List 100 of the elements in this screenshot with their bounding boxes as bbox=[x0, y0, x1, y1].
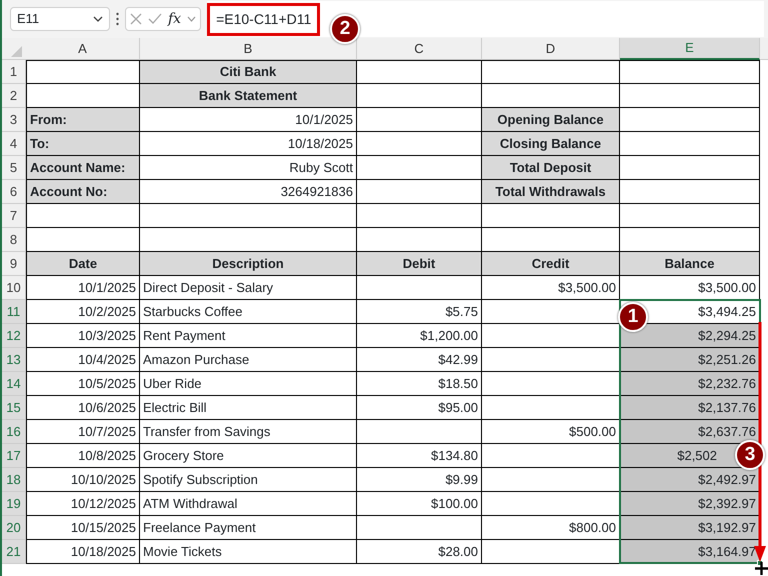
row-number[interactable]: 3 bbox=[2, 108, 26, 132]
check-icon[interactable] bbox=[148, 13, 162, 25]
row-number[interactable]: 12 bbox=[2, 324, 26, 348]
cell[interactable] bbox=[482, 60, 620, 84]
cell[interactable] bbox=[357, 204, 482, 228]
cell[interactable]: Freelance Payment bbox=[140, 516, 357, 540]
cell[interactable]: Bank Statement bbox=[140, 84, 357, 108]
cell[interactable] bbox=[482, 204, 620, 228]
cell[interactable]: Direct Deposit - Salary bbox=[140, 276, 357, 300]
row-number[interactable]: 2 bbox=[2, 84, 26, 108]
cell[interactable] bbox=[140, 204, 357, 228]
cell[interactable]: From: bbox=[26, 108, 140, 132]
cell[interactable]: $2,492.97 bbox=[620, 468, 760, 492]
cell[interactable]: 10/7/2025 bbox=[26, 420, 140, 444]
cell[interactable] bbox=[357, 276, 482, 300]
cell[interactable]: $2,251.26 bbox=[620, 348, 760, 372]
cell[interactable]: Credit bbox=[482, 252, 620, 276]
cell[interactable]: $95.00 bbox=[357, 396, 482, 420]
cell[interactable]: $5.75 bbox=[357, 300, 482, 324]
row-number[interactable]: 6 bbox=[2, 180, 26, 204]
cell[interactable]: 10/1/2025 bbox=[26, 276, 140, 300]
cell[interactable] bbox=[357, 420, 482, 444]
cell[interactable]: $28.00 bbox=[357, 540, 482, 564]
cell[interactable]: $500.00 bbox=[482, 420, 620, 444]
cell[interactable]: Opening Balance bbox=[482, 108, 620, 132]
cell[interactable]: Balance bbox=[620, 252, 760, 276]
cell[interactable]: Spotify Subscription bbox=[140, 468, 357, 492]
cell[interactable]: To: bbox=[26, 132, 140, 156]
cell[interactable]: Transfer from Savings bbox=[140, 420, 357, 444]
cell[interactable]: 3264921836 bbox=[140, 180, 357, 204]
row-number[interactable]: 17 bbox=[2, 444, 26, 468]
row-number[interactable]: 19 bbox=[2, 492, 26, 516]
cell[interactable]: $1,200.00 bbox=[357, 324, 482, 348]
cell[interactable] bbox=[620, 180, 760, 204]
cell[interactable]: Grocery Store bbox=[140, 444, 357, 468]
cell[interactable]: 10/18/2025 bbox=[140, 132, 357, 156]
cell[interactable] bbox=[357, 60, 482, 84]
cell[interactable]: Total Deposit bbox=[482, 156, 620, 180]
cell[interactable]: Account Name: bbox=[26, 156, 140, 180]
cell[interactable] bbox=[620, 204, 760, 228]
cell[interactable]: 10/4/2025 bbox=[26, 348, 140, 372]
cell[interactable]: Debit bbox=[357, 252, 482, 276]
cell[interactable]: 10/10/2025 bbox=[26, 468, 140, 492]
row-number[interactable]: 14 bbox=[2, 372, 26, 396]
cell[interactable] bbox=[26, 204, 140, 228]
cell[interactable]: 10/18/2025 bbox=[26, 540, 140, 564]
cell[interactable]: $18.50 bbox=[357, 372, 482, 396]
cell[interactable]: Account No: bbox=[26, 180, 140, 204]
row-number[interactable]: 15 bbox=[2, 396, 26, 420]
cell[interactable]: $3,192.97 bbox=[620, 516, 760, 540]
cell[interactable]: $134.80 bbox=[357, 444, 482, 468]
column-header[interactable]: C bbox=[357, 38, 482, 60]
cell[interactable]: 10/5/2025 bbox=[26, 372, 140, 396]
cell[interactable]: Electric Bill bbox=[140, 396, 357, 420]
cell[interactable]: Citi Bank bbox=[140, 60, 357, 84]
cell[interactable]: Date bbox=[26, 252, 140, 276]
cell[interactable]: 10/2/2025 bbox=[26, 300, 140, 324]
cell[interactable]: Closing Balance bbox=[482, 132, 620, 156]
row-number[interactable]: 13 bbox=[2, 348, 26, 372]
cell[interactable]: Total Withdrawals bbox=[482, 180, 620, 204]
cell[interactable]: 10/3/2025 bbox=[26, 324, 140, 348]
cell[interactable]: $2,637.76 bbox=[620, 420, 760, 444]
row-number[interactable]: 7 bbox=[2, 204, 26, 228]
cell[interactable]: 10/15/2025 bbox=[26, 516, 140, 540]
cell[interactable]: 10/6/2025 bbox=[26, 396, 140, 420]
cell[interactable]: Amazon Purchase bbox=[140, 348, 357, 372]
caret-icon[interactable] bbox=[93, 16, 103, 22]
column-header[interactable]: A bbox=[26, 38, 140, 60]
cell[interactable]: $3,500.00 bbox=[482, 276, 620, 300]
cell[interactable]: Rent Payment bbox=[140, 324, 357, 348]
cell[interactable]: $2,137.76 bbox=[620, 396, 760, 420]
cell[interactable] bbox=[357, 516, 482, 540]
row-number[interactable]: 16 bbox=[2, 420, 26, 444]
row-number[interactable]: 11 bbox=[2, 300, 26, 324]
row-number[interactable]: 8 bbox=[2, 228, 26, 252]
row-number[interactable]: 4 bbox=[2, 132, 26, 156]
insert-function-button[interactable]: fx bbox=[168, 8, 182, 30]
cell[interactable] bbox=[357, 84, 482, 108]
cell[interactable]: Ruby Scott bbox=[140, 156, 357, 180]
row-number[interactable]: 18 bbox=[2, 468, 26, 492]
cell[interactable] bbox=[620, 108, 760, 132]
column-header[interactable]: E bbox=[620, 38, 760, 60]
cell[interactable]: $2,294.25 bbox=[620, 324, 760, 348]
row-number[interactable]: 5 bbox=[2, 156, 26, 180]
cell[interactable]: Uber Ride bbox=[140, 372, 357, 396]
cell[interactable]: $2,232.76 bbox=[620, 372, 760, 396]
row-number[interactable]: 21 bbox=[2, 540, 26, 564]
cell[interactable]: 10/8/2025 bbox=[26, 444, 140, 468]
cell[interactable]: $3,500.00 bbox=[620, 276, 760, 300]
cell[interactable]: 10/1/2025 bbox=[140, 108, 357, 132]
cell[interactable]: $9.99 bbox=[357, 468, 482, 492]
cell[interactable] bbox=[620, 84, 760, 108]
cell[interactable]: Description bbox=[140, 252, 357, 276]
cell[interactable] bbox=[620, 132, 760, 156]
cell[interactable]: $100.00 bbox=[357, 492, 482, 516]
row-number[interactable]: 1 bbox=[2, 60, 26, 84]
cell[interactable]: Movie Tickets bbox=[140, 540, 357, 564]
cell[interactable]: 10/12/2025 bbox=[26, 492, 140, 516]
cell[interactable]: $42.99 bbox=[357, 348, 482, 372]
cell[interactable] bbox=[620, 156, 760, 180]
